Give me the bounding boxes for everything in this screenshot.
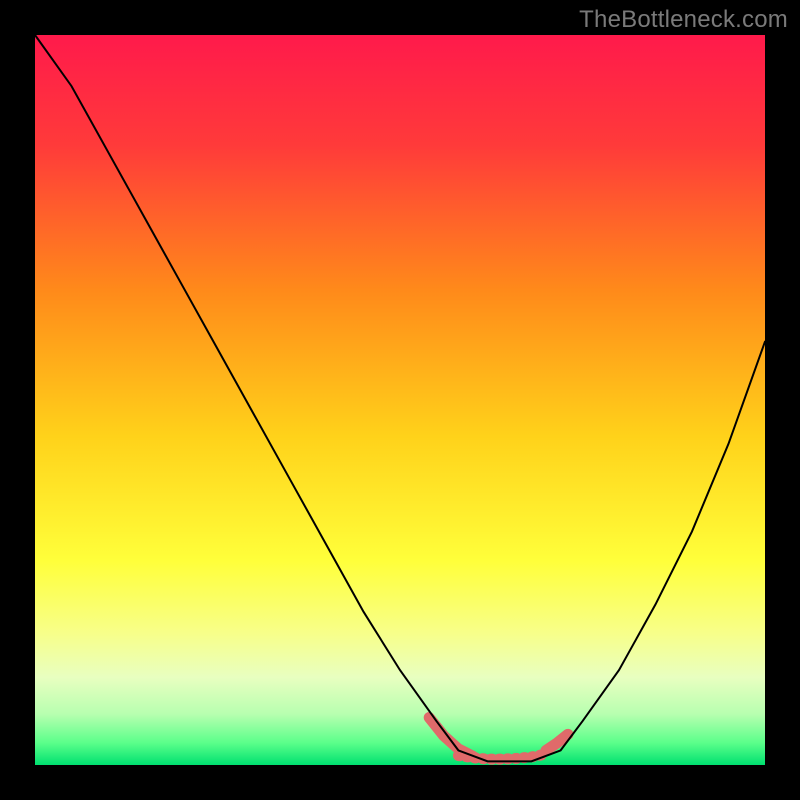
bottleneck-chart xyxy=(0,0,800,800)
watermark-text: TheBottleneck.com xyxy=(579,6,788,34)
plot-background xyxy=(35,35,765,765)
chart-frame: TheBottleneck.com xyxy=(0,0,800,800)
